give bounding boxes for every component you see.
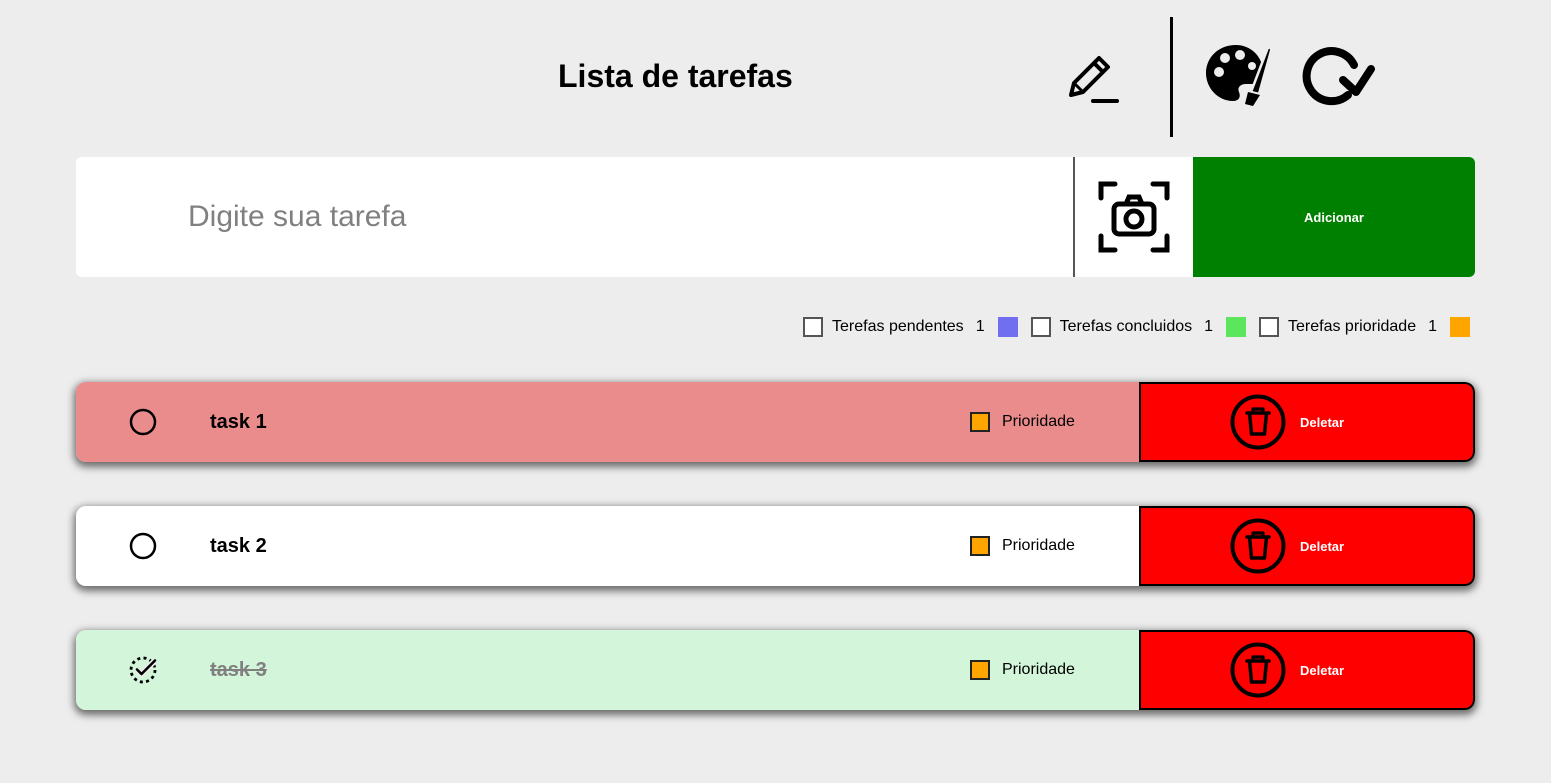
- delete-label: Deletar: [1300, 538, 1345, 554]
- trash-icon: [1230, 642, 1286, 698]
- task-text: task 2: [210, 535, 267, 557]
- task-input-bar: Adicionar: [76, 157, 1475, 277]
- priority-color-box: [970, 412, 990, 432]
- circle-icon[interactable]: [128, 407, 158, 437]
- filter-completed: Terefas concluidos 1: [1030, 316, 1259, 337]
- edit-icon: [1069, 56, 1119, 103]
- priority-label: Prioridade: [1002, 537, 1075, 554]
- filter-color-swatch: [1226, 316, 1247, 337]
- add-button[interactable]: Adicionar: [1193, 157, 1475, 277]
- palette-icon: [1206, 45, 1273, 106]
- trash-icon: [1230, 394, 1286, 450]
- redo-button[interactable]: [1300, 46, 1376, 108]
- filter-color-swatch: [1450, 316, 1470, 337]
- delete-label: Deletar: [1300, 662, 1345, 678]
- priority-label: Prioridade: [1002, 413, 1075, 430]
- priority-toggle[interactable]: Prioridade: [970, 536, 1075, 556]
- delete-button[interactable]: Deletar: [1139, 506, 1475, 586]
- filter-completed-checkbox[interactable]: [1030, 316, 1051, 337]
- filter-count: 1: [1204, 317, 1214, 335]
- filter-count: 1: [1428, 317, 1437, 335]
- task-body: task 2 Prioridade: [76, 506, 1139, 586]
- camera-scan-icon: [1098, 181, 1170, 253]
- filter-priority-checkbox[interactable]: [1259, 316, 1280, 337]
- filter-pending: Terefas pendentes 1: [803, 316, 1031, 337]
- filter-label: Terefas concluidos: [1059, 317, 1193, 335]
- delete-button[interactable]: Deletar: [1139, 382, 1475, 462]
- task-input[interactable]: [76, 157, 1073, 277]
- filter-pending-checkbox[interactable]: [803, 316, 824, 337]
- priority-color-box: [970, 660, 990, 680]
- filter-count: 1: [975, 317, 985, 335]
- task-item: task 3 Prioridade Deletar: [76, 630, 1475, 710]
- filter-priority: Terefas prioridade 1: [1259, 316, 1470, 337]
- priority-toggle[interactable]: Prioridade: [970, 412, 1075, 432]
- priority-label: Prioridade: [1002, 661, 1075, 678]
- task-body: task 3 Prioridade: [76, 630, 1139, 710]
- filter-label: Terefas prioridade: [1288, 317, 1417, 335]
- task-text: task 3: [210, 659, 267, 681]
- delete-label: Deletar: [1300, 414, 1345, 430]
- page-title: Lista de tarefas: [558, 58, 793, 94]
- theme-button[interactable]: [1202, 42, 1274, 108]
- trash-icon: [1230, 518, 1286, 574]
- task-body: task 1 Prioridade: [76, 382, 1139, 462]
- dashed-check-circle-icon[interactable]: [128, 655, 158, 685]
- redo-icon: [1302, 47, 1375, 106]
- circle-icon[interactable]: [128, 531, 158, 561]
- task-text: task 1: [210, 411, 267, 433]
- filter-label: Terefas pendentes: [832, 317, 964, 335]
- filter-color-swatch: [997, 316, 1018, 337]
- filter-bar: Terefas pendentes 1 Terefas concluidos 1…: [803, 316, 1470, 337]
- task-item: task 2 Prioridade Deletar: [76, 506, 1475, 586]
- priority-toggle[interactable]: Prioridade: [970, 660, 1075, 680]
- camera-button[interactable]: [1073, 157, 1193, 277]
- priority-color-box: [970, 536, 990, 556]
- header-divider: [1170, 17, 1173, 137]
- delete-button[interactable]: Deletar: [1139, 630, 1475, 710]
- edit-button[interactable]: [1062, 48, 1120, 106]
- task-item: task 1 Prioridade Deletar: [76, 382, 1475, 462]
